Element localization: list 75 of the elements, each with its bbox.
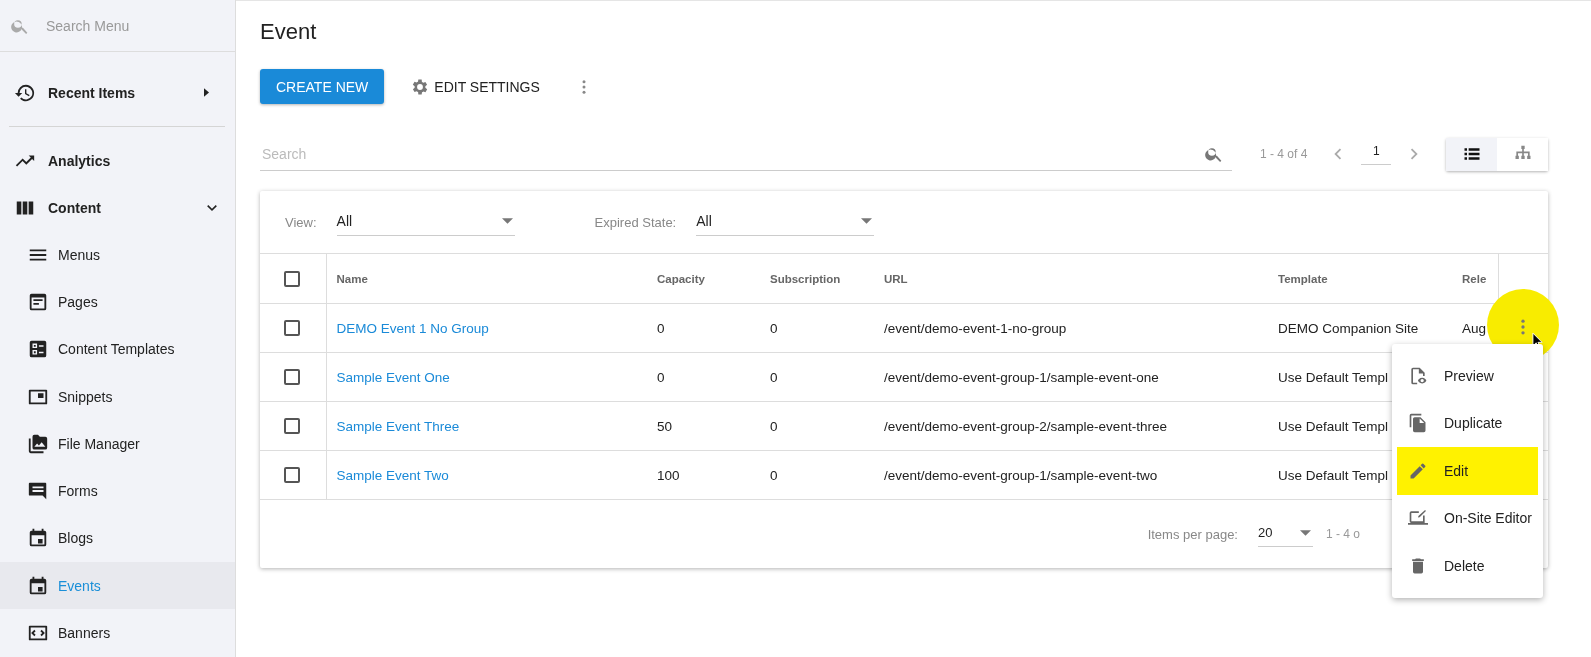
column-header: Rele (1462, 272, 1487, 285)
pencil-icon (1408, 460, 1428, 481)
menu-item[interactable]: On-Site Editor (1397, 494, 1538, 542)
page-title: Event (260, 19, 317, 45)
menu-item[interactable]: Delete (1397, 542, 1538, 590)
sidebar-item[interactable]: Recent Items (0, 69, 235, 116)
sidebar-item[interactable]: Content Templates (0, 325, 235, 373)
filter-dropdown[interactable]: All (696, 208, 875, 236)
sidebar-item[interactable]: Banners (0, 609, 235, 657)
items-per-page-label: Items per page: (1147, 526, 1238, 542)
caret-right-icon (204, 88, 209, 97)
menu-item[interactable]: Preview (1397, 352, 1538, 400)
sidebar-item[interactable]: Snippets (0, 372, 235, 421)
row-checkbox[interactable] (284, 320, 300, 337)
table-cell: Use Default Templ (1278, 418, 1389, 434)
sidebar-item[interactable]: Blogs (0, 514, 235, 563)
table-cell: 0 (770, 369, 778, 385)
table-cell: Aug (1462, 320, 1487, 336)
filter-label: View: (285, 214, 317, 230)
create-new-button[interactable]: CREATE NEW (260, 69, 385, 104)
column-header: Capacity (657, 272, 705, 285)
dropdown-arrow-icon (861, 217, 873, 224)
sidebar-item[interactable]: Forms (0, 467, 235, 515)
table-cell: 0 (770, 467, 778, 483)
page-range: 1 - 4 o (1325, 527, 1360, 541)
event-name-link[interactable]: Sample Event One (336, 369, 450, 385)
sidebar-item[interactable]: Pages (0, 278, 235, 326)
edit-settings-button[interactable]: EDIT SETTINGS (410, 76, 540, 97)
event-name-link[interactable]: DEMO Event 1 No Group (336, 320, 489, 336)
dropdown-arrow-icon (1299, 529, 1311, 536)
table-cell: 0 (770, 320, 778, 336)
copy-icon (1408, 413, 1428, 434)
page-number-field[interactable]: 1 (1361, 143, 1392, 165)
table-cell: /event/demo-event-group-1/sample-event-one (884, 369, 1159, 385)
table-cell: /event/demo-event-group-2/sample-event-three (884, 418, 1167, 434)
table-cell: Use Default Templ (1278, 369, 1389, 385)
view-toggle-button[interactable] (1446, 137, 1497, 171)
table-cell: 0 (657, 369, 665, 385)
page-range: 1 - 4 of 4 (1260, 147, 1308, 161)
column-header: Subscription (770, 272, 841, 285)
column-header: URL (884, 272, 908, 285)
sidebar-item[interactable]: Content (0, 184, 235, 231)
select-all-checkbox[interactable] (284, 270, 300, 287)
items-per-page-dropdown[interactable]: 20 (1257, 521, 1313, 547)
menu-item[interactable]: Duplicate (1397, 399, 1538, 447)
table-cell: 0 (657, 320, 665, 336)
search-field[interactable]: Search (260, 144, 1204, 163)
sidebar-item[interactable]: Menus (0, 231, 235, 279)
table-cell: Use Default Templ (1278, 467, 1389, 483)
sidebar-item[interactable]: Analytics (0, 137, 235, 184)
column-header: Template (1278, 272, 1328, 285)
photo-library-icon (27, 432, 49, 455)
event-name-link[interactable]: Sample Event Three (336, 418, 460, 434)
table-cell: 0 (770, 418, 778, 434)
search-menu-field[interactable]: Search Menu (44, 16, 218, 35)
column-header: Name (336, 272, 368, 285)
calendar-icon (27, 574, 49, 597)
table-cell: DEMO Companion Site (1278, 320, 1419, 336)
filter-label: Expired State: (594, 214, 677, 230)
table-cell: 100 (657, 467, 680, 483)
chevron-down-icon (207, 204, 217, 211)
row-checkbox[interactable] (284, 418, 300, 435)
sidebar-item[interactable]: File Manager (0, 420, 235, 468)
row-checkbox[interactable] (284, 369, 300, 386)
event-name-link[interactable]: Sample Event Two (336, 467, 449, 483)
dropdown-arrow-icon (501, 217, 513, 224)
filter-dropdown[interactable]: All (336, 208, 515, 236)
table-cell: 50 (657, 418, 673, 434)
preview-icon (1408, 365, 1428, 386)
table-cell: /event/demo-event-1-no-group (884, 320, 1067, 336)
table-cell: /event/demo-event-group-1/sample-event-two (884, 467, 1158, 483)
row-checkbox[interactable] (284, 467, 300, 484)
menu-item[interactable]: Edit (1397, 447, 1538, 495)
view-toggle-button[interactable] (1497, 137, 1548, 171)
more-options-icon[interactable] (1519, 317, 1527, 337)
